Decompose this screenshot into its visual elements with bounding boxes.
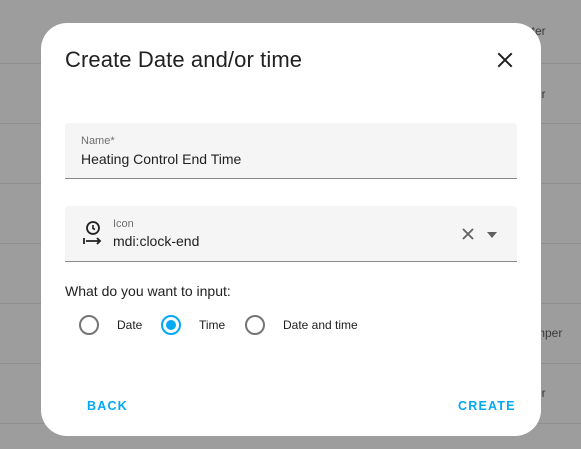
name-field-value[interactable]: Heating Control End Time [81,151,241,167]
clock-end-icon [83,221,102,245]
close-icon[interactable] [461,227,475,241]
radio-date-and-time-label[interactable]: Date and time [283,318,358,332]
dialog-title: Create Date and/or time [65,47,303,72]
radio-date-and-time[interactable] [245,315,265,335]
caret-down-icon[interactable] [485,230,499,240]
name-field-label: Name* [81,135,115,147]
radio-time-label[interactable]: Time [199,318,225,332]
close-button[interactable] [489,44,521,76]
icon-field-value[interactable]: mdi:clock-end [113,233,199,249]
back-button[interactable]: BACK [87,399,128,413]
icon-picker-field[interactable]: Icon mdi:clock-end [65,206,517,262]
name-field[interactable]: Name* Heating Control End Time [65,123,517,179]
icon-field-label: Icon [113,218,134,230]
radio-date[interactable] [79,315,99,335]
create-button[interactable]: CREATE [458,399,516,413]
input-type-prompt: What do you want to input: [65,283,231,299]
radio-time[interactable] [161,315,181,335]
radio-date-label[interactable]: Date [117,318,142,332]
create-datetime-dialog: Create Date and/or time Name* Heating Co… [41,23,541,436]
close-icon [497,52,513,68]
